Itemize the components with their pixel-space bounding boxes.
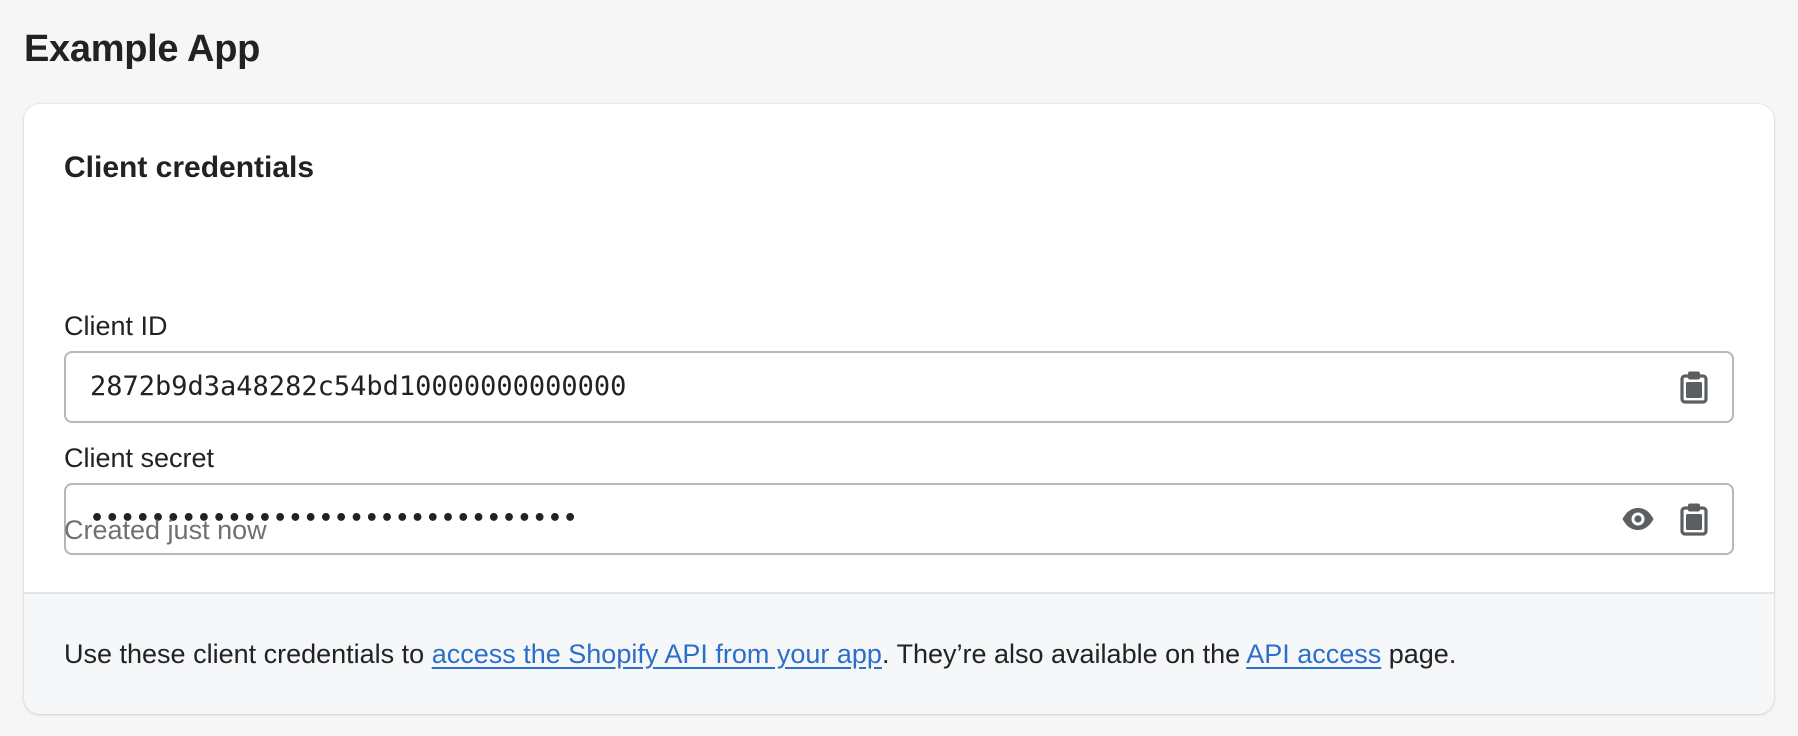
clipboard-icon xyxy=(1680,371,1708,404)
card-heading: Client credentials xyxy=(64,151,315,184)
reveal-secret-button[interactable] xyxy=(1618,499,1658,539)
footer-text-middle: . They’re also available on the xyxy=(881,639,1247,669)
copy-client-secret-button[interactable] xyxy=(1674,499,1714,539)
footer-text-after: page. xyxy=(1381,639,1457,669)
client-id-value[interactable]: 2872b9d3a48282c54bd10000000000000 xyxy=(90,353,626,421)
page-title: Example App xyxy=(24,28,261,70)
client-secret-field[interactable]: •••••••••••••••••••••••••••••••• xyxy=(64,483,1734,555)
footer-text-before: Use these client credentials to xyxy=(64,639,432,669)
client-credentials-card: Client credentials Client ID 2872b9d3a48… xyxy=(24,104,1774,714)
secret-created-hint: Created just now xyxy=(64,515,267,545)
card-body: Client credentials Client ID 2872b9d3a48… xyxy=(24,104,1774,592)
api-access-link[interactable]: API access xyxy=(1246,639,1381,669)
footer-text: Use these client credentials to access t… xyxy=(64,636,1456,672)
copy-client-id-button[interactable] xyxy=(1674,367,1714,407)
client-secret-label: Client secret xyxy=(64,443,215,473)
eye-icon xyxy=(1622,508,1654,530)
access-shopify-api-link[interactable]: access the Shopify API from your app xyxy=(432,639,882,669)
client-id-label: Client ID xyxy=(64,311,168,341)
client-id-field[interactable]: 2872b9d3a48282c54bd10000000000000 xyxy=(64,351,1734,423)
clipboard-icon xyxy=(1680,503,1708,536)
card-footer: Use these client credentials to access t… xyxy=(24,592,1774,714)
